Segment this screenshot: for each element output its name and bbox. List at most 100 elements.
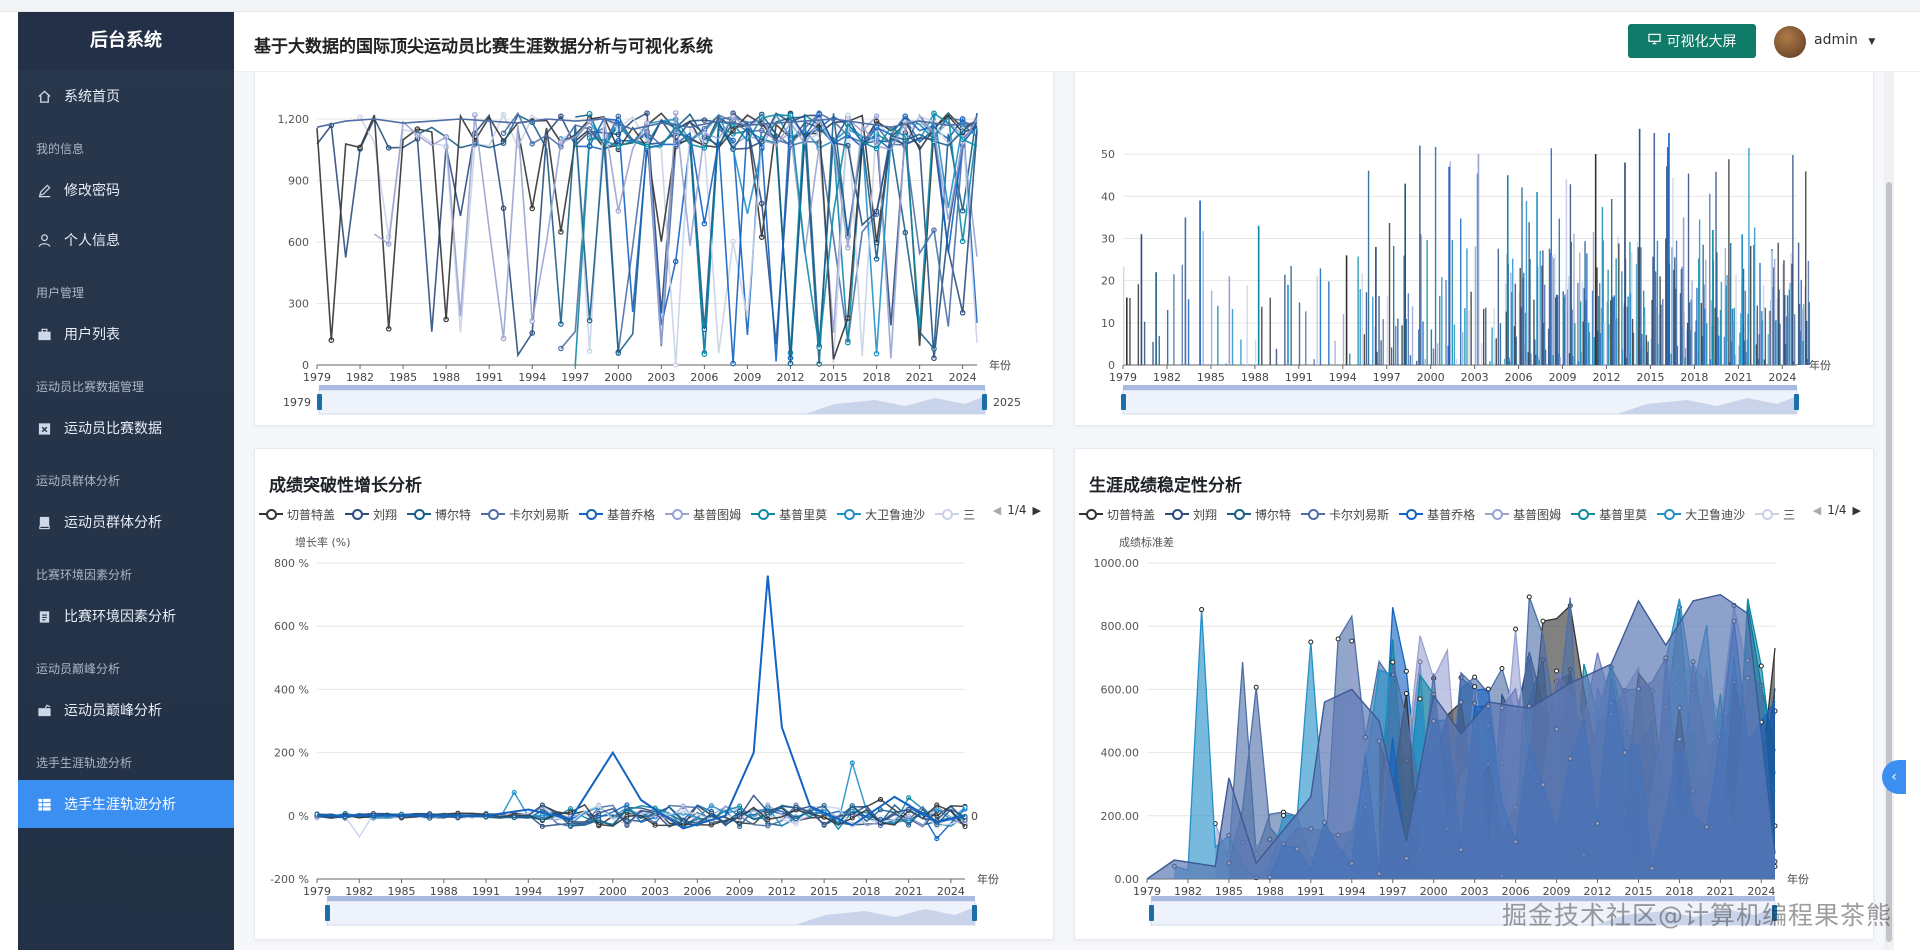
user-menu[interactable]: admin ▼ [1814,32,1875,48]
x-tick-label: 1979 [303,885,331,898]
sidebar-item-env-analysis[interactable]: 比赛环境因素分析 [18,592,234,640]
data-point [1349,638,1355,644]
y-tick-label: 800.00 [1101,620,1140,633]
data-point [1472,684,1478,690]
bar [1603,322,1605,365]
bar [1187,299,1190,365]
bar [1313,359,1315,365]
chart-card-stability: 生涯成绩稳定性分析 切普特盖 刘翔 博尔特 卡尔刘易斯 基普乔格 基普图姆 基普里莫 大卫鲁迪… [1074,448,1874,940]
y-axis-label: 成绩标准差 [1119,535,1174,549]
bar [1426,240,1428,365]
sidebar-item-label: 修改密码 [64,183,120,199]
bar [1123,266,1125,365]
scrollbar-thumb[interactable] [1886,182,1892,942]
y-tick-label: 300 [288,298,309,311]
data-point [1758,663,1764,669]
bar [1375,246,1377,365]
avatar[interactable] [1774,26,1806,58]
bar [1210,290,1213,365]
sidebar-item-career-analysis[interactable]: 选手生涯轨迹分析 [18,780,234,828]
bar [1632,332,1635,365]
sidebar-item-peak-analysis[interactable]: 运动员巅峰分析 [18,686,234,734]
y-tick-label: 600 % [274,620,309,633]
calendar-x-icon [36,420,52,436]
chart-card-breakthrough: 成绩突破性增长分析 切普特盖 刘翔 博尔特 卡尔刘易斯 基普乔格 基普图姆 基普里莫 大卫鲁迪… [254,448,1054,940]
sidebar-item-match-data[interactable]: 运动员比赛数据 [18,404,234,452]
x-tick-label: 2015 [820,371,848,384]
bar [1515,336,1517,365]
data-point [1554,668,1560,674]
bar [1137,284,1140,365]
bar [1284,274,1286,365]
page-scrollbar[interactable] [1884,72,1894,950]
bar [1225,363,1227,365]
datazoom-start-label: 1979 [283,396,311,409]
x-tick-label: 1988 [1241,371,1269,384]
bar [1474,246,1477,365]
bar [1181,264,1184,365]
main-content: 0 300 600 900 1,200 1979 1982 1985 1988 1991 1994 1… [234,72,1884,950]
bar [1544,349,1547,365]
sidebar-item-profile[interactable]: 个人信息 [18,216,234,264]
y-tick-label: 0 % [288,810,309,823]
x-tick-label: 2015 [1636,371,1664,384]
bar [1261,306,1263,365]
menu-group-career-analysis: 选手生涯轨迹分析 [36,756,133,770]
bar [1441,277,1443,365]
bar [1499,323,1502,365]
y-tick-label: 20 [1101,275,1115,288]
bar [1489,361,1491,365]
data-point [1199,607,1205,613]
bar [1460,218,1462,365]
bar [1668,133,1670,365]
bar [1618,243,1620,365]
y-tick-label: 40 [1101,190,1115,203]
y-tick-label: 1,200 [278,113,310,126]
data-point [1485,686,1491,692]
bar [1530,353,1532,365]
x-tick-label: 2009 [733,371,761,384]
area-chart-stability: 成绩标准差0.00200.00400.00600.00800.001000.00… [1094,535,1809,926]
bar [1392,246,1395,365]
data-point [1417,696,1423,702]
bar [1275,348,1278,365]
sidebar-item-home[interactable]: 系统首页 [18,72,234,120]
sidebar-item-group-analysis[interactable]: 运动员群体分析 [18,498,234,546]
bar [1647,341,1649,365]
datazoom-handle-left [325,905,330,921]
x-tick-label: 1994 [518,371,546,384]
y-tick-label: 200 % [274,747,309,760]
bar [1728,159,1730,365]
sidebar-item-change-password[interactable]: 修改密码 [18,166,234,214]
series-line [560,113,978,353]
bar [1434,146,1437,365]
x-tick-label: 1985 [389,371,417,384]
sidebar-brand: 后台系统 [18,12,234,70]
bar [1328,281,1330,365]
bar [1676,345,1679,365]
bar [1792,155,1794,365]
x-axis-unit: 年份 [989,358,1011,372]
y-tick-label: 900 [288,175,309,188]
bar [1349,353,1351,365]
sidebar-item-user-list[interactable]: 用户列表 [18,310,234,358]
bar [1152,341,1154,365]
user-icon [36,232,52,248]
x-tick-label: 2000 [604,371,632,384]
visual-screen-button[interactable]: 可视化大屏 [1628,24,1756,58]
bar [1217,305,1219,365]
bar [1129,297,1131,365]
bar [1588,332,1591,365]
bar [1756,305,1759,365]
series-line [317,575,966,830]
bar [1485,307,1487,365]
watermark: 掘金技术社区@计算机编程果茶熊 [1502,901,1893,930]
data-point [1281,813,1287,819]
bar [1637,247,1640,365]
bar [1506,175,1509,365]
bar [1691,280,1693,365]
y-tick-label: 1000.00 [1094,557,1140,570]
datazoom-handle-right [982,394,987,410]
bar [1126,297,1128,365]
bar [1682,217,1685,365]
